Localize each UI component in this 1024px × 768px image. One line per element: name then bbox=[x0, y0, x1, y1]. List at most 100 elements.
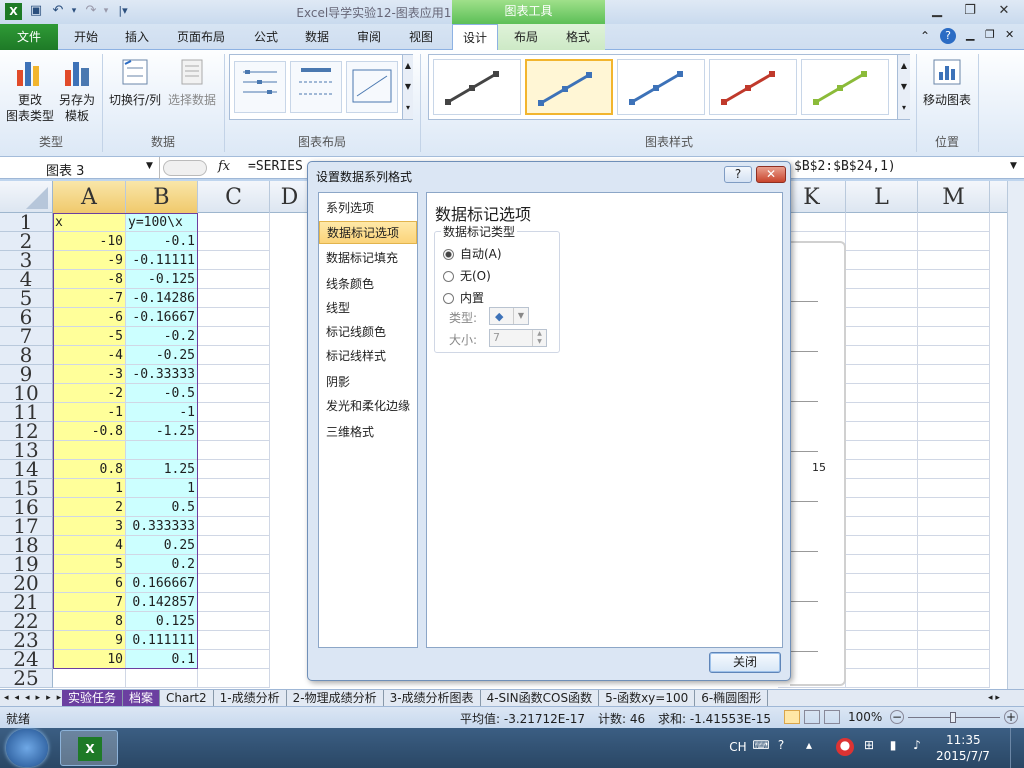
cell-empty[interactable] bbox=[846, 365, 918, 384]
cell-C24[interactable] bbox=[198, 650, 270, 669]
cell-A2[interactable]: -10 bbox=[53, 232, 126, 251]
cell-empty[interactable] bbox=[918, 327, 990, 346]
cell-B8[interactable]: -0.25 bbox=[126, 346, 198, 365]
formula-bar-handle[interactable] bbox=[163, 160, 207, 176]
cell-C18[interactable] bbox=[198, 536, 270, 555]
cell-empty[interactable] bbox=[846, 669, 918, 688]
cell-A13[interactable] bbox=[53, 441, 126, 460]
cell-C10[interactable] bbox=[198, 384, 270, 403]
zoom-slider-thumb[interactable] bbox=[950, 712, 956, 723]
cell-B22[interactable]: 0.125 bbox=[126, 612, 198, 631]
chart-area[interactable]: 15 bbox=[790, 241, 846, 686]
cell-C2[interactable] bbox=[198, 232, 270, 251]
cell-empty[interactable] bbox=[846, 289, 918, 308]
cell-A3[interactable]: -9 bbox=[53, 251, 126, 270]
cell-A9[interactable]: -3 bbox=[53, 365, 126, 384]
chart-layout-gallery[interactable]: ▲ ▼ ▾ bbox=[229, 54, 413, 120]
volume-icon[interactable]: ♪ bbox=[908, 738, 926, 756]
zoom-in-icon[interactable]: + bbox=[1004, 710, 1018, 724]
cell-B1[interactable]: y=100\x bbox=[126, 213, 198, 232]
cell-B20[interactable]: 0.166667 bbox=[126, 574, 198, 593]
cell-empty[interactable] bbox=[846, 327, 918, 346]
cell-B15[interactable]: 1 bbox=[126, 479, 198, 498]
layout-gallery-scroll[interactable]: ▲ ▼ ▾ bbox=[402, 55, 413, 119]
tab-file[interactable]: 文件 bbox=[0, 24, 58, 50]
style-thumb-3[interactable] bbox=[617, 59, 705, 115]
zoom-out-icon[interactable]: − bbox=[890, 710, 904, 724]
help-icon[interactable]: ? bbox=[940, 28, 956, 44]
tab-insert[interactable]: 插入 bbox=[115, 24, 159, 50]
layout-thumb-3[interactable] bbox=[346, 61, 398, 113]
cell-C12[interactable] bbox=[198, 422, 270, 441]
show-desktop-button[interactable] bbox=[1010, 728, 1024, 768]
cell-B23[interactable]: 0.111111 bbox=[126, 631, 198, 650]
cell-empty[interactable] bbox=[846, 441, 918, 460]
restore-icon[interactable]: ❐ bbox=[955, 2, 985, 20]
cell-B14[interactable]: 1.25 bbox=[126, 460, 198, 479]
network-icon[interactable]: ▮ bbox=[884, 738, 902, 756]
workbook-minimize-icon[interactable]: ▁ bbox=[966, 28, 974, 41]
cell-C15[interactable] bbox=[198, 479, 270, 498]
cell-B2[interactable]: -0.1 bbox=[126, 232, 198, 251]
cell-empty[interactable] bbox=[918, 289, 990, 308]
cell-empty[interactable] bbox=[846, 593, 918, 612]
cell-C17[interactable] bbox=[198, 517, 270, 536]
cell-empty[interactable] bbox=[918, 593, 990, 612]
sheet-tab[interactable]: 1-成绩分析 bbox=[214, 690, 287, 707]
cell-empty[interactable] bbox=[846, 650, 918, 669]
expand-formula-icon[interactable]: ▼ bbox=[1010, 161, 1017, 171]
windows-flag-icon[interactable]: ⊞ bbox=[860, 738, 878, 756]
column-header-l[interactable]: L bbox=[846, 181, 918, 213]
cell-C14[interactable] bbox=[198, 460, 270, 479]
cell-C20[interactable] bbox=[198, 574, 270, 593]
clock-time[interactable]: 11:35 bbox=[946, 733, 981, 747]
cell-empty[interactable] bbox=[918, 213, 990, 232]
cell-B9[interactable]: -0.33333 bbox=[126, 365, 198, 384]
cell-empty[interactable] bbox=[918, 555, 990, 574]
cell-B16[interactable]: 0.5 bbox=[126, 498, 198, 517]
cell-A4[interactable]: -8 bbox=[53, 270, 126, 289]
minimize-ribbon-icon[interactable]: ⌃ bbox=[920, 29, 930, 43]
cell-B7[interactable]: -0.2 bbox=[126, 327, 198, 346]
cell-C3[interactable] bbox=[198, 251, 270, 270]
cell-C11[interactable] bbox=[198, 403, 270, 422]
cell-empty[interactable] bbox=[918, 574, 990, 593]
dialog-nav-item[interactable]: 标记线颜色 bbox=[319, 321, 417, 344]
tab-data[interactable]: 数据 bbox=[295, 24, 339, 50]
cell-empty[interactable] bbox=[918, 308, 990, 327]
cell-empty[interactable] bbox=[918, 631, 990, 650]
cell-empty[interactable] bbox=[918, 365, 990, 384]
cell-empty[interactable] bbox=[846, 270, 918, 289]
cell-A20[interactable]: 6 bbox=[53, 574, 126, 593]
vertical-scrollbar[interactable] bbox=[1007, 181, 1024, 689]
formula-input-right[interactable]: $B$2:$B$24,1) bbox=[794, 159, 896, 174]
cell-C4[interactable] bbox=[198, 270, 270, 289]
tray-help-icon[interactable]: ? bbox=[772, 738, 790, 756]
tab-format[interactable]: 格式 bbox=[556, 24, 600, 50]
cell-empty[interactable] bbox=[846, 346, 918, 365]
style-thumb-4[interactable] bbox=[709, 59, 797, 115]
column-header-b[interactable]: B bbox=[126, 181, 198, 213]
radio-none[interactable]: 无(O) bbox=[443, 267, 491, 284]
name-box-dropdown-icon[interactable]: ▼ bbox=[146, 161, 153, 171]
cell-B18[interactable]: 0.25 bbox=[126, 536, 198, 555]
cell-empty[interactable] bbox=[918, 232, 990, 251]
cell-empty[interactable] bbox=[918, 384, 990, 403]
tab-review[interactable]: 审阅 bbox=[347, 24, 391, 50]
cell-C13[interactable] bbox=[198, 441, 270, 460]
row-header[interactable]: 25 bbox=[0, 668, 53, 688]
workbook-close-icon[interactable]: ✕ bbox=[1005, 28, 1014, 41]
cell-A24[interactable]: 10 bbox=[53, 650, 126, 669]
tray-app-icon[interactable]: ● bbox=[836, 738, 854, 756]
column-header-c[interactable]: C bbox=[198, 181, 270, 213]
cell-empty[interactable] bbox=[846, 232, 918, 251]
cell-C1[interactable] bbox=[198, 213, 270, 232]
normal-view-icon[interactable] bbox=[784, 710, 800, 724]
dialog-close-x-button[interactable]: ✕ bbox=[756, 166, 786, 183]
tab-page-layout[interactable]: 页面布局 bbox=[168, 24, 234, 50]
zoom-level[interactable]: 100% bbox=[848, 710, 882, 724]
switch-row-col-button[interactable]: 切换行/列 bbox=[106, 56, 164, 108]
cell-A15[interactable]: 1 bbox=[53, 479, 126, 498]
cell-B6[interactable]: -0.16667 bbox=[126, 308, 198, 327]
style-thumb-2[interactable] bbox=[525, 59, 613, 115]
